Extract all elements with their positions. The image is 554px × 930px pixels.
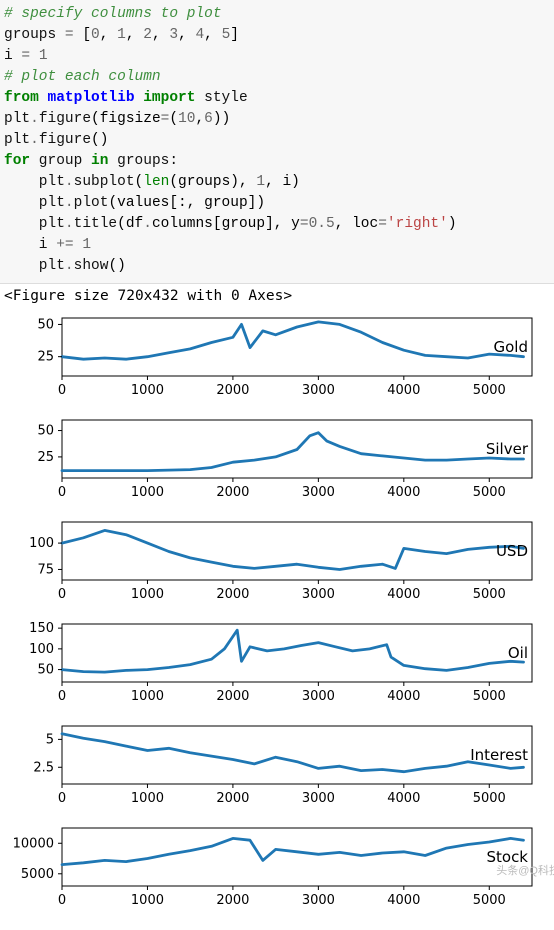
chart-svg: 0 1000 2000 3000 4000 5000 25 50 Silver xyxy=(2,414,542,500)
code-line: # plot each column xyxy=(4,67,550,88)
svg-text:3000: 3000 xyxy=(302,893,335,908)
svg-text:2.5: 2.5 xyxy=(33,760,54,775)
svg-text:2000: 2000 xyxy=(216,587,249,602)
svg-text:0: 0 xyxy=(58,791,66,806)
code-line: plt.show() xyxy=(4,256,550,277)
code-line: groups = [0, 1, 2, 3, 4, 5] xyxy=(4,25,550,46)
svg-text:2000: 2000 xyxy=(216,383,249,398)
comment: # specify columns to plot xyxy=(4,6,222,22)
svg-text:0: 0 xyxy=(58,383,66,398)
subplot-oil: 0 1000 2000 3000 4000 5000 50 100 150 Oil xyxy=(2,618,552,706)
svg-text:5000: 5000 xyxy=(473,791,506,806)
chart-title: Stock xyxy=(486,848,528,866)
svg-text:5000: 5000 xyxy=(473,893,506,908)
code-line: from matplotlib import style xyxy=(4,88,550,109)
code-line: i += 1 xyxy=(4,235,550,256)
code-line: plt.subplot(len(groups), 1, i) xyxy=(4,172,550,193)
charts-container: 0100020003000400050002550Gold01000200030… xyxy=(0,312,554,930)
svg-text:3000: 3000 xyxy=(302,587,335,602)
code-line: i = 1 xyxy=(4,46,550,67)
code-line: plt.plot(values[:, group]) xyxy=(4,193,550,214)
svg-text:3000: 3000 xyxy=(302,791,335,806)
svg-text:5000: 5000 xyxy=(473,587,506,602)
svg-text:4000: 4000 xyxy=(387,485,420,500)
code-line: plt.title(df.columns[group], y=0.5, loc=… xyxy=(4,214,550,235)
comment: # plot each column xyxy=(4,69,161,85)
svg-text:4000: 4000 xyxy=(387,689,420,704)
chart-title: USD xyxy=(496,542,528,560)
subplot-silver: 0 1000 2000 3000 4000 5000 25 50 Silver xyxy=(2,414,552,502)
svg-text:150: 150 xyxy=(29,621,54,636)
svg-text:50: 50 xyxy=(37,663,54,678)
code-cell: # specify columns to plot groups = [0, 1… xyxy=(0,0,554,284)
svg-text:1000: 1000 xyxy=(131,893,164,908)
chart-title: Interest xyxy=(470,746,528,764)
svg-text:10000: 10000 xyxy=(13,836,54,851)
svg-text:5000: 5000 xyxy=(473,485,506,500)
figure-size-text: <Figure size 720x432 with 0 Axes> xyxy=(4,288,292,304)
chart-title: Silver xyxy=(486,440,529,458)
chart-svg: 0 1000 2000 3000 4000 5000 50 100 150 Oil xyxy=(2,618,542,704)
svg-text:0: 0 xyxy=(58,587,66,602)
svg-text:5000: 5000 xyxy=(473,383,506,398)
svg-text:0: 0 xyxy=(58,689,66,704)
code-line: plt.figure() xyxy=(4,130,550,151)
svg-text:2000: 2000 xyxy=(216,485,249,500)
code-line: for group in groups: xyxy=(4,151,550,172)
chart-svg: 0 1000 2000 3000 4000 5000 75 100 USD xyxy=(2,516,542,602)
chart-title: Gold xyxy=(494,338,529,356)
svg-text:1000: 1000 xyxy=(131,383,164,398)
code-line: # specify columns to plot xyxy=(4,4,550,25)
subplot-stock: 010002000300040005000500010000Stock xyxy=(2,822,552,910)
svg-text:4000: 4000 xyxy=(387,587,420,602)
svg-text:75: 75 xyxy=(37,563,54,578)
output-text: <Figure size 720x432 with 0 Axes> xyxy=(0,284,554,306)
subplot-gold: 0 1000 2000 3000 4000 5000 25 50 Gold xyxy=(2,312,552,400)
svg-text:25: 25 xyxy=(37,350,54,365)
chart-svg: 0 1000 2000 3000 4000 5000 25 50 Gold xyxy=(2,312,542,398)
svg-text:1000: 1000 xyxy=(131,689,164,704)
svg-text:5000: 5000 xyxy=(473,689,506,704)
svg-text:4000: 4000 xyxy=(387,791,420,806)
svg-text:4000: 4000 xyxy=(387,893,420,908)
svg-text:3000: 3000 xyxy=(302,689,335,704)
svg-text:50: 50 xyxy=(37,424,54,439)
svg-text:0: 0 xyxy=(58,485,66,500)
svg-text:5: 5 xyxy=(46,733,54,748)
svg-text:2000: 2000 xyxy=(216,791,249,806)
svg-text:50: 50 xyxy=(37,318,54,333)
svg-text:1000: 1000 xyxy=(131,587,164,602)
svg-text:2000: 2000 xyxy=(216,689,249,704)
svg-text:100: 100 xyxy=(29,642,54,657)
svg-text:0: 0 xyxy=(58,893,66,908)
subplot-usd: 0 1000 2000 3000 4000 5000 75 100 USD xyxy=(2,516,552,604)
svg-text:1000: 1000 xyxy=(131,485,164,500)
svg-text:1000: 1000 xyxy=(131,791,164,806)
code-line: plt.figure(figsize=(10,6)) xyxy=(4,109,550,130)
subplot-interest: 0 1000 2000 3000 4000 5000 2.5 5 Interest xyxy=(2,720,552,808)
chart-svg: 0 1000 2000 3000 4000 5000 2.5 5 Interest xyxy=(2,720,542,806)
chart-title: Oil xyxy=(508,644,528,662)
svg-text:4000: 4000 xyxy=(387,383,420,398)
svg-text:25: 25 xyxy=(37,450,54,465)
svg-text:3000: 3000 xyxy=(302,383,335,398)
svg-text:2000: 2000 xyxy=(216,893,249,908)
chart-svg: 010002000300040005000500010000Stock xyxy=(2,822,542,908)
svg-text:100: 100 xyxy=(29,536,54,551)
svg-text:3000: 3000 xyxy=(302,485,335,500)
